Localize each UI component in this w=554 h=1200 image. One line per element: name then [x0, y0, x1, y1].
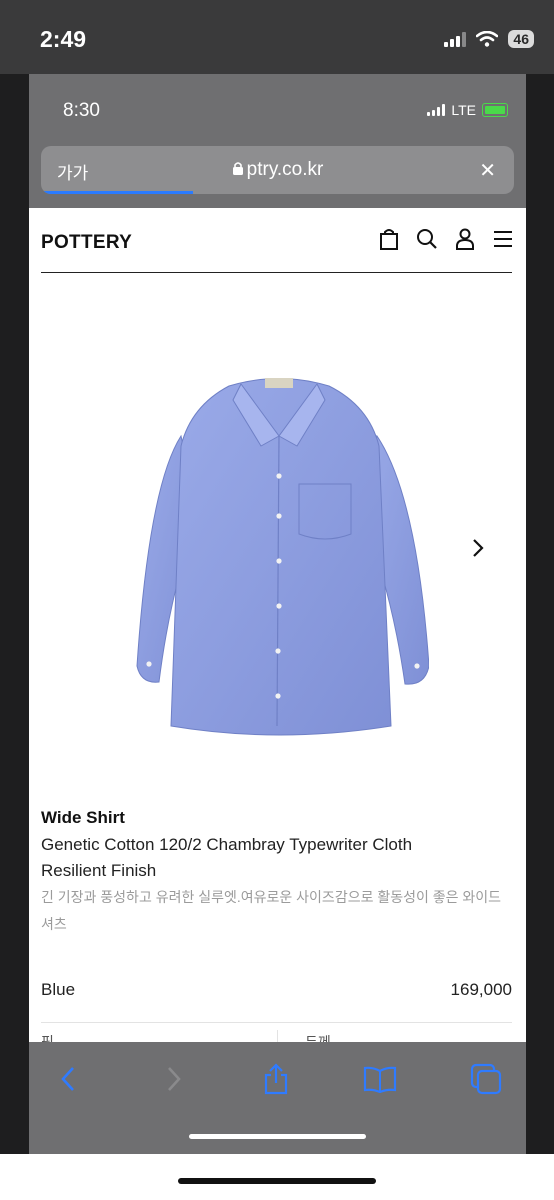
product-name: Wide Shirt [41, 808, 125, 827]
menu-icon[interactable] [492, 228, 514, 250]
device-frame-left [0, 74, 29, 1154]
wifi-icon [476, 31, 499, 47]
option-fit-label[interactable]: 핏 [41, 1032, 54, 1042]
forward-icon[interactable] [157, 1062, 191, 1096]
address-bar[interactable]: 가가 ptry.co.kr ✕ [41, 146, 514, 194]
outer-clock: 2:49 [40, 26, 87, 52]
tabs-icon[interactable] [469, 1062, 503, 1096]
home-indicator[interactable] [178, 1178, 376, 1184]
device-frame-right [526, 74, 554, 1154]
url-display[interactable]: ptry.co.kr [41, 159, 514, 181]
options-column-divider [277, 1030, 278, 1042]
header-divider [41, 272, 512, 273]
inner-clock: 8:30 [63, 100, 100, 121]
inner-home-indicator [189, 1134, 366, 1139]
product-description: Genetic Cotton 120/2 Chambray Typewriter… [41, 835, 413, 880]
option-thickness-label[interactable]: 두께 [305, 1032, 331, 1042]
user-icon[interactable] [454, 228, 476, 250]
page-load-progress [41, 191, 193, 194]
chevron-right-icon[interactable] [470, 538, 486, 558]
search-icon[interactable] [416, 228, 438, 250]
lock-icon [232, 162, 243, 175]
inner-status-icons: LTE [427, 102, 508, 118]
network-label: LTE [451, 102, 476, 118]
back-icon[interactable] [51, 1062, 85, 1096]
bag-icon[interactable] [378, 228, 400, 250]
cellular-signal-icon [444, 31, 467, 47]
url-text: ptry.co.kr [246, 159, 324, 180]
outer-bottom-area [0, 1154, 554, 1200]
product-color: Blue [41, 980, 76, 999]
header-icons [378, 228, 514, 250]
browser-chrome: 8:30 LTE 가가 ptry.co.kr ✕ [29, 74, 526, 208]
battery-indicator: 46 [508, 30, 534, 48]
product-description-korean: 긴 기장과 풍성하고 유려한 실루엣.여유로운 사이즈감으로 활동성이 좋은 와… [41, 889, 502, 932]
options-divider [41, 1022, 512, 1023]
product-price: 169,000 [450, 980, 512, 999]
outer-status-icons: 46 [444, 30, 534, 48]
site-logo[interactable]: POTTERY [41, 232, 132, 254]
inner-signal-icon [427, 104, 446, 116]
web-page: POTTERY Wide Shirt Genetic Cotton 120/2 … [29, 208, 526, 1042]
outer-status-bar: 2:49 46 [0, 0, 554, 74]
product-image[interactable] [129, 366, 429, 746]
close-icon[interactable]: ✕ [479, 158, 496, 183]
browser-toolbar [29, 1042, 526, 1154]
bookmarks-icon[interactable] [363, 1062, 397, 1096]
charging-battery-icon [482, 103, 508, 117]
share-icon[interactable] [259, 1062, 293, 1096]
